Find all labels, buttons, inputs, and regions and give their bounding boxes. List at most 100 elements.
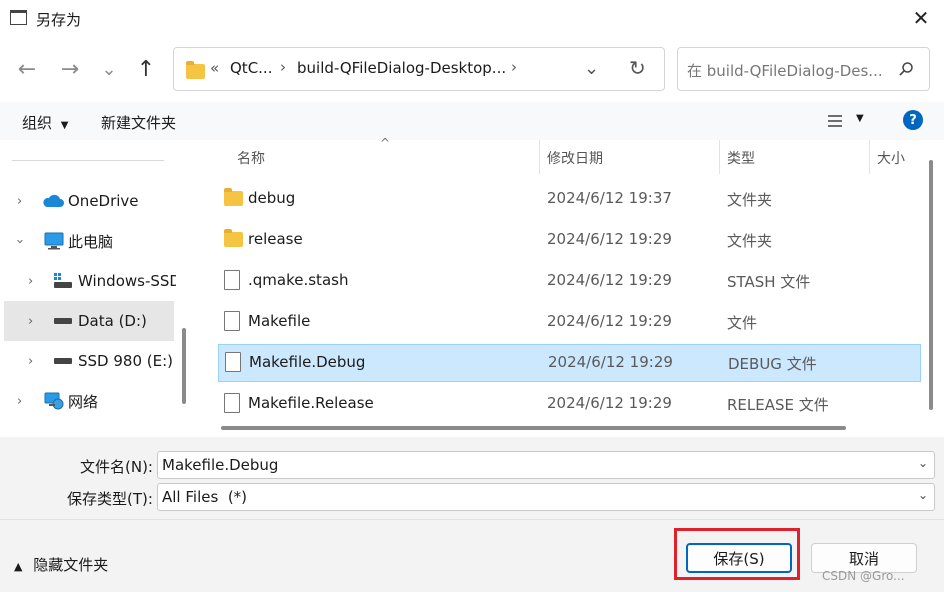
recent-locations-button[interactable]: ⌄	[92, 52, 126, 86]
column-header-size[interactable]: 大小	[877, 148, 905, 168]
file-icon	[224, 311, 240, 331]
file-date: 2024/6/12 19:29	[547, 312, 672, 330]
navigation-pane: › OneDrive › 此电脑 › Windows-SSD › Data (D…	[0, 140, 190, 437]
tree-item-this-pc[interactable]: › 此电脑	[0, 221, 176, 261]
drive-icon	[54, 318, 72, 324]
breadcrumb-item-build[interactable]: build-QFileDialog-Desktop...	[297, 59, 506, 77]
nav-pane-scrollbar[interactable]	[182, 328, 186, 404]
chevron-right-icon[interactable]: ›	[28, 354, 33, 369]
file-name: Makefile.Debug	[249, 353, 366, 371]
tree-item-network[interactable]: › 网络	[0, 381, 176, 421]
column-header-date[interactable]: 修改日期	[547, 148, 603, 168]
file-type: STASH 文件	[727, 273, 811, 291]
tree-item-data-d[interactable]: › Data (D:)	[4, 301, 174, 341]
filename-label: 文件名(N):	[80, 458, 153, 476]
up-button[interactable]: ↑	[129, 52, 163, 86]
search-icon[interactable]	[898, 61, 914, 77]
forward-button[interactable]: →	[53, 52, 87, 86]
tree-item-windows-ssd[interactable]: › Windows-SSD	[0, 261, 176, 301]
new-folder-button[interactable]: 新建文件夹	[101, 112, 176, 133]
tree-item-onedrive[interactable]: › OneDrive	[0, 181, 176, 221]
file-date: 2024/6/12 19:29	[547, 271, 672, 289]
chevron-down-icon[interactable]: ⌄	[918, 456, 928, 470]
address-bar[interactable]: « QtC... › build-QFileDialog-Desktop... …	[173, 47, 665, 91]
filetype-select[interactable]: All Files (*) ⌄	[157, 483, 935, 511]
column-separator[interactable]	[719, 140, 720, 174]
file-name: .qmake.stash	[248, 271, 349, 289]
filetype-label: 保存类型(T):	[67, 490, 153, 508]
hide-folders-label: 隐藏文件夹	[33, 556, 109, 574]
title-bar: 另存为 ✕	[0, 0, 944, 38]
column-header-type[interactable]: 类型	[727, 148, 755, 168]
chevron-right-icon[interactable]: ›	[28, 274, 33, 289]
file-type: RELEASE 文件	[727, 396, 829, 414]
tree-item-ssd-980[interactable]: › SSD 980 (E:)	[0, 341, 176, 381]
address-dropdown-icon[interactable]: ⌄	[584, 58, 599, 79]
tree-item-label: Windows-SSD	[78, 272, 176, 290]
chevron-right-icon[interactable]: ›	[17, 394, 22, 409]
hide-folders-toggle[interactable]: ▲ 隐藏文件夹	[14, 554, 108, 575]
file-list-horizontal-scrollbar[interactable]	[221, 426, 846, 430]
organize-label: 组织	[22, 114, 53, 132]
file-list-vertical-scrollbar[interactable]	[929, 160, 933, 410]
breadcrumb-separator: ›	[280, 58, 286, 76]
save-button[interactable]: 保存(S)	[686, 543, 792, 573]
file-name: debug	[248, 189, 296, 207]
watermark: CSDN @Gro...	[822, 569, 905, 583]
pane-divider	[12, 160, 164, 161]
file-icon	[224, 270, 240, 290]
file-row-makefile-release[interactable]: Makefile.Release 2024/6/12 19:29 RELEASE…	[218, 385, 921, 419]
divider	[0, 519, 944, 520]
file-date: 2024/6/12 19:29	[547, 230, 672, 248]
file-name: Makefile.Release	[248, 394, 374, 412]
file-type: 文件	[727, 314, 758, 332]
file-row-makefile-debug[interactable]: Makefile.Debug 2024/6/12 19:29 DEBUG 文件	[218, 344, 921, 382]
breadcrumb-item-qtc[interactable]: QtC...	[230, 59, 272, 77]
folder-icon	[224, 229, 243, 247]
refresh-icon[interactable]: ↻	[629, 56, 646, 80]
view-list-icon[interactable]	[827, 114, 843, 128]
file-type: 文件夹	[727, 191, 773, 209]
chevron-right-icon[interactable]: ›	[28, 314, 33, 329]
tree-item-label: 网络	[68, 392, 99, 411]
tree-item-label: Data (D:)	[78, 312, 147, 330]
search-box[interactable]: 在 build-QFileDialog-Des...	[677, 47, 930, 91]
close-button[interactable]: ✕	[898, 0, 944, 36]
chevron-down-icon: ⌄	[101, 58, 117, 80]
help-button[interactable]: ?	[903, 110, 923, 130]
file-row-debug[interactable]: debug 2024/6/12 19:37 文件夹	[218, 180, 921, 218]
column-separator[interactable]	[539, 140, 540, 174]
file-row-qmake-stash[interactable]: .qmake.stash 2024/6/12 19:29 STASH 文件	[218, 262, 921, 300]
drive-icon	[54, 358, 72, 364]
breadcrumb-separator[interactable]: ›	[511, 58, 517, 76]
search-input[interactable]: 在 build-QFileDialog-Des...	[687, 60, 883, 81]
file-name: release	[248, 230, 303, 248]
back-button[interactable]: ←	[10, 52, 44, 86]
file-date: 2024/6/12 19:29	[547, 394, 672, 412]
folder-icon	[224, 188, 243, 206]
sort-ascending-icon: ^	[380, 136, 391, 150]
tree-item-label: OneDrive	[68, 192, 139, 210]
view-options-caret-icon[interactable]: ▼	[856, 113, 864, 124]
breadcrumb-overflow[interactable]: «	[210, 59, 219, 77]
window-title: 另存为	[36, 11, 82, 29]
file-type: DEBUG 文件	[728, 355, 817, 373]
filename-value[interactable]: Makefile.Debug	[162, 456, 278, 474]
filetype-value: All Files (*)	[162, 488, 248, 506]
chevron-down-icon[interactable]: ⌄	[918, 488, 928, 502]
chevron-down-icon[interactable]: ›	[12, 238, 27, 243]
file-row-release[interactable]: release 2024/6/12 19:29 文件夹	[218, 221, 921, 259]
file-type: 文件夹	[727, 232, 773, 250]
file-date: 2024/6/12 19:29	[548, 353, 673, 371]
folder-icon	[186, 61, 205, 79]
column-separator[interactable]	[869, 140, 870, 174]
chevron-right-icon[interactable]: ›	[17, 194, 22, 209]
help-icon: ?	[909, 112, 917, 128]
file-date: 2024/6/12 19:37	[547, 189, 672, 207]
filename-input[interactable]: Makefile.Debug ⌄	[157, 451, 935, 479]
column-header-name[interactable]: 名称	[237, 148, 265, 168]
file-name: Makefile	[248, 312, 311, 330]
organize-menu-button[interactable]: 组织 ▼	[22, 112, 69, 133]
command-bar: 组织 ▼ 新建文件夹 ▼ ?	[0, 102, 944, 140]
file-row-makefile[interactable]: Makefile 2024/6/12 19:29 文件	[218, 303, 921, 341]
